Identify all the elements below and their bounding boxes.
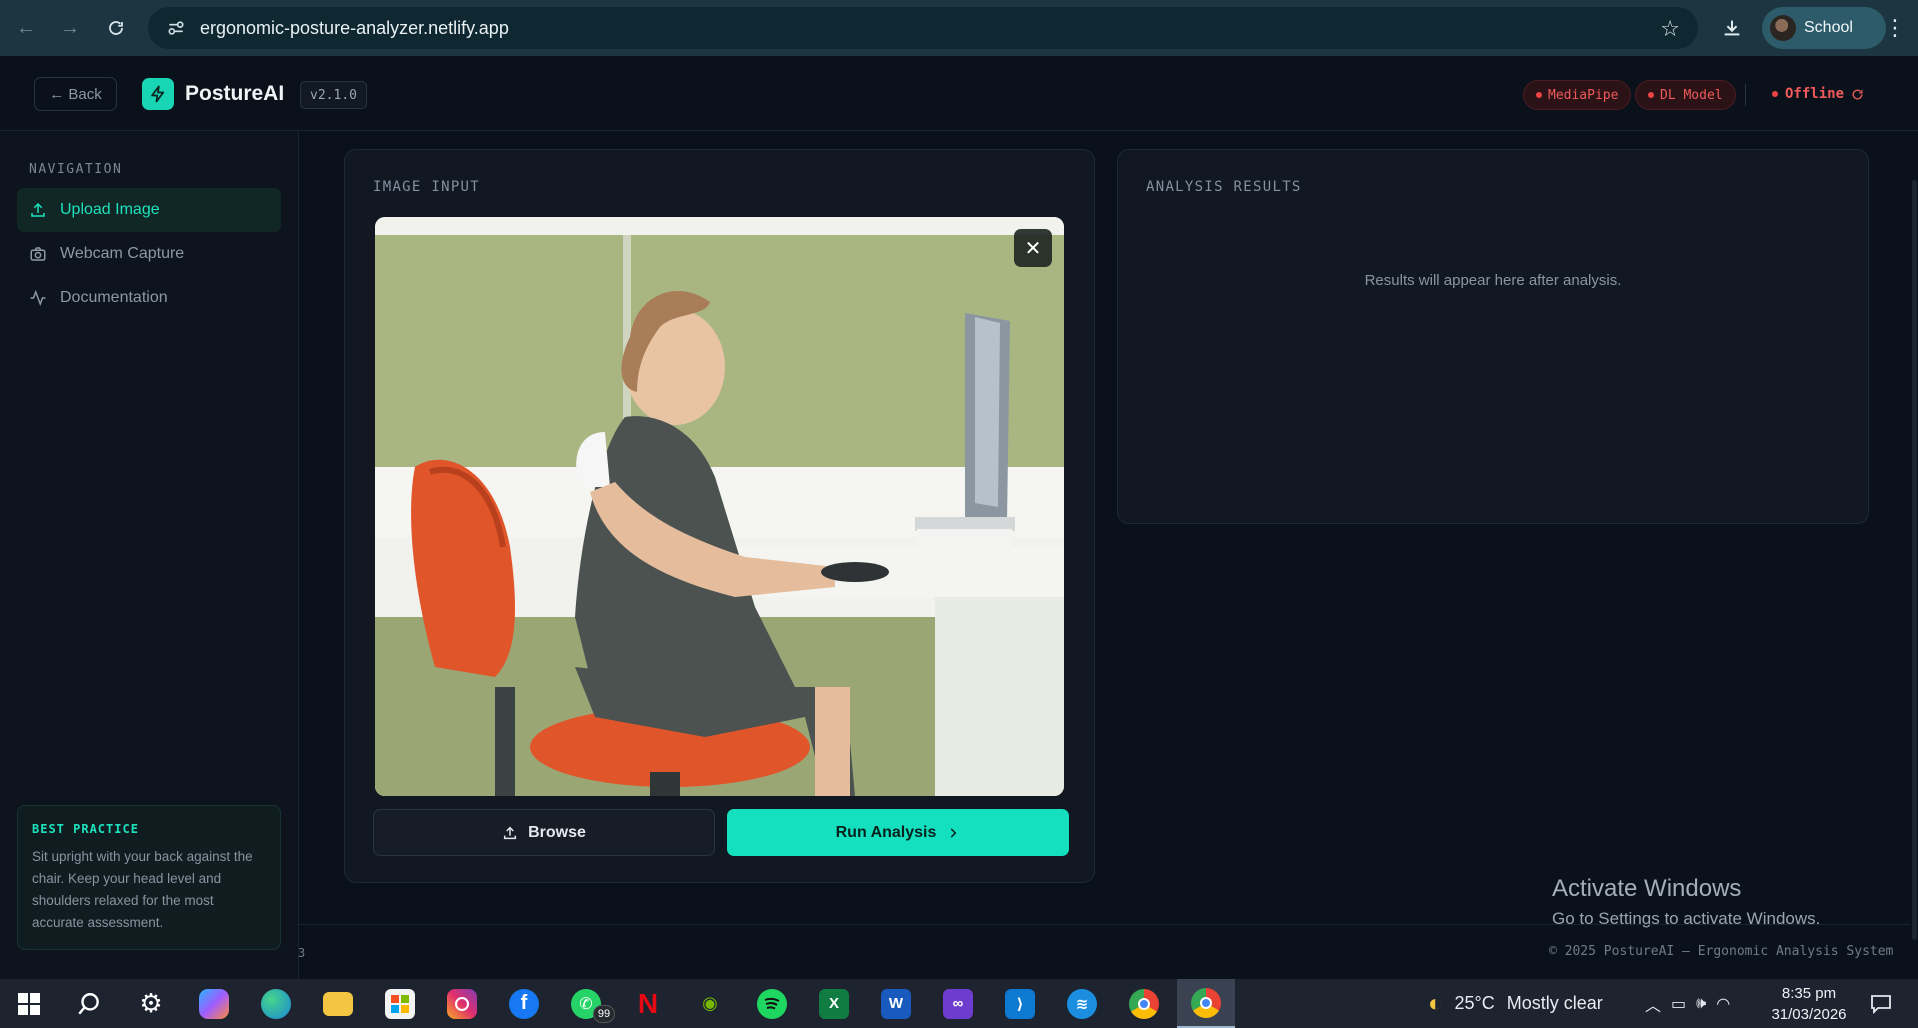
whatsapp-badge: 99 [593,1005,615,1023]
reload-icon[interactable] [98,10,134,46]
whatsapp-icon[interactable]: ✆ 99 [557,979,615,1028]
close-preview-button[interactable]: ✕ [1014,229,1052,267]
chevron-right-icon [951,827,957,838]
windows-taskbar: ⚙ f ✆ 99 N ◉ X W ∞ ⟩ ≋ ◐ 25°C Mostly cle… [0,979,1918,1028]
kebab-menu-icon[interactable]: ⋮ [1880,10,1910,46]
mediapipe-label: MediaPipe [1548,87,1619,103]
chevron-up-icon[interactable]: ︿ [1645,992,1661,1016]
panel-title: IMAGE INPUT [373,179,481,195]
results-empty-state: Results will appear here after analysis. [1364,272,1622,289]
settings-gear-icon[interactable]: ⚙ [122,979,180,1028]
weather-widget[interactable]: ◐ 25°C Mostly clear [1428,979,1603,1028]
facebook-icon[interactable]: f [495,979,553,1028]
mediapipe-status-badge: MediaPipe [1523,80,1632,110]
app-stacked-icon[interactable]: ≋ [1053,979,1111,1028]
watermark-subtitle: Go to Settings to activate Windows. [1552,909,1821,928]
battery-icon[interactable]: ▭ [1671,994,1686,1014]
copilot-icon[interactable] [185,979,243,1028]
camera-icon [30,247,46,261]
download-icon[interactable] [1714,10,1750,46]
back-button[interactable]: ← Back [34,77,117,111]
browser-toolbar: ← → ergonomic-posture-analyzer.netlify.a… [0,0,1918,56]
footer-divider [299,924,1910,925]
connection-status[interactable]: Offline [1772,86,1864,102]
weather-temp: 25°C [1454,993,1495,1013]
sidebar-item-upload-image[interactable]: Upload Image [17,188,281,232]
watermark-title: Activate Windows [1552,875,1742,902]
moon-cloud-icon: ◐ [1428,989,1443,1017]
edge-browser-icon[interactable] [247,979,305,1028]
profile-name: School [1804,19,1853,36]
divider [1745,84,1746,106]
forward-arrow-icon[interactable]: → [52,10,88,46]
dl-model-label: DL Model [1660,87,1723,103]
upload-icon [31,202,45,217]
refresh-icon[interactable] [1851,88,1864,101]
instagram-icon[interactable] [433,979,491,1028]
sidebar-item-label: Documentation [60,289,168,306]
panel-title: ANALYSIS RESULTS [1146,179,1302,195]
run-analysis-label: Run Analysis [835,823,937,841]
logo-bolt-icon [142,78,174,110]
footer-copyright: © 2025 PostureAI — Ergonomic Analysis Sy… [1549,944,1894,959]
tip-body: Sit upright with your back against the c… [32,849,253,930]
chrome-icon[interactable] [1115,979,1173,1028]
analysis-results-panel: ANALYSIS RESULTS Results will appear her… [1117,149,1869,524]
url-text[interactable]: ergonomic-posture-analyzer.netlify.app [200,18,509,39]
upload-icon [504,826,517,839]
status-dot [1772,91,1778,97]
app-name: PostureAI [185,82,285,105]
chrome-profile-icon[interactable] [1177,979,1235,1028]
vscode-icon[interactable]: ⟩ [991,979,1049,1028]
browse-button[interactable]: Browse [373,809,715,856]
nvidia-icon[interactable]: ◉ [681,979,739,1028]
bookmark-star-icon[interactable]: ☆ [1660,16,1680,42]
dl-model-status-badge: DL Model [1635,80,1736,110]
uploaded-image-preview: ✕ [375,217,1064,796]
activity-icon [30,289,46,307]
tip-title: BEST PRACTICE [32,822,139,836]
nav-heading: NAVIGATION [29,162,123,177]
clock-date: 31/03/2026 [1771,1006,1847,1023]
browse-label: Browse [528,823,586,841]
microsoft-store-icon[interactable] [371,979,429,1028]
system-clock[interactable]: 8:35 pm 31/03/2026 [1766,983,1852,1025]
clock-time: 8:35 pm [1781,985,1837,1002]
site-settings-icon[interactable] [156,18,196,38]
status-dot [1648,92,1654,98]
file-explorer-icon[interactable] [309,979,367,1028]
sidebar: NAVIGATION Upload Image Webcam Capture D… [0,131,299,979]
netflix-icon[interactable]: N [619,979,677,1028]
best-practice-card: BEST PRACTICE Sit upright with your back… [17,805,281,950]
app-header: ← Back PostureAI v2.1.0 MediaPipe DL Mod… [0,56,1918,131]
image-input-panel: IMAGE INPUT ✕ Browse Run Analysis [344,149,1095,883]
sidebar-item-label: Upload Image [60,201,160,218]
status-dot [1536,92,1542,98]
notification-icon[interactable] [1866,989,1896,1019]
system-tray: ︿ ▭ 🕪 ◠ [1645,979,1730,1028]
speaker-icon[interactable]: 🕪 [1696,995,1706,1013]
excel-icon[interactable]: X [805,979,863,1028]
page-scrollbar-thumb[interactable] [1912,180,1917,940]
start-windows-icon[interactable] [0,979,58,1028]
sidebar-item-webcam-capture[interactable]: Webcam Capture [17,232,281,276]
profile-button[interactable]: School [1762,7,1886,49]
sidebar-item-label: Webcam Capture [60,245,185,262]
run-analysis-button[interactable]: Run Analysis [727,809,1069,856]
connection-label: Offline [1785,86,1845,102]
activate-windows-watermark: Activate Windows Go to Settings to activ… [1552,875,1820,929]
spotify-icon[interactable] [743,979,801,1028]
visual-studio-icon[interactable]: ∞ [929,979,987,1028]
posture-photo [375,217,1064,796]
sidebar-item-documentation[interactable]: Documentation [17,276,281,320]
word-icon[interactable]: W [867,979,925,1028]
footer-fragment: 3 [298,946,306,960]
back-arrow-icon[interactable]: ← [8,10,44,46]
wifi-icon[interactable]: ◠ [1716,994,1730,1014]
search-icon[interactable] [60,979,118,1028]
address-bar[interactable]: ergonomic-posture-analyzer.netlify.app ☆ [148,7,1698,49]
avatar [1770,15,1796,41]
version-badge: v2.1.0 [300,81,367,109]
weather-desc: Mostly clear [1506,993,1603,1013]
